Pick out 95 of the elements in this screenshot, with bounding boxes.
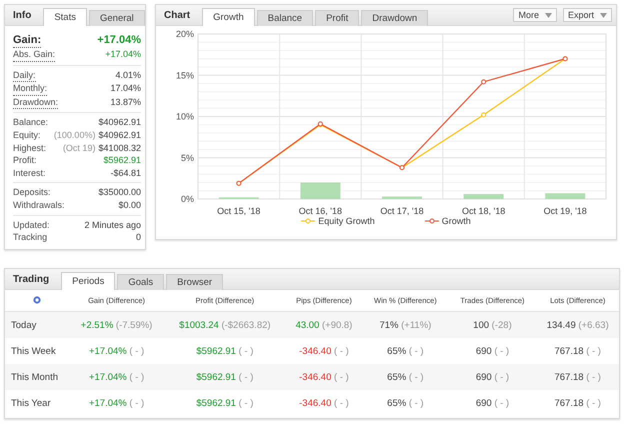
axis-label: 20%	[176, 29, 194, 39]
bar	[300, 182, 340, 199]
table-cell: 65% ( - )	[362, 364, 448, 390]
tab[interactable]: Growth	[202, 8, 255, 26]
table-cell: +17.04% ( - )	[69, 364, 164, 390]
bar	[464, 194, 504, 199]
tab[interactable]: Balance	[256, 10, 314, 26]
tab[interactable]: Profit	[315, 10, 360, 26]
point	[481, 79, 486, 84]
stat-value: 13.87%	[110, 96, 141, 107]
table-cell: 65% ( - )	[362, 338, 448, 364]
axis-label: Oct 17, '18	[380, 206, 424, 216]
tab[interactable]: Stats	[43, 8, 87, 26]
table-cell: +2.51% (-7.59%)	[69, 312, 164, 338]
period-cell: This Week	[5, 338, 69, 364]
legend-label: Growth	[442, 216, 471, 226]
stat-note: (Oct 19)	[62, 142, 96, 153]
stat-label: Tracking	[13, 231, 48, 244]
stat-label: Highest:	[13, 142, 46, 154]
table-cell: 690 ( - )	[448, 364, 536, 390]
axis-label: Oct 19, '18	[544, 206, 587, 216]
table-cell: 767.18 ( - )	[536, 390, 619, 416]
stat-value: 4.01%	[115, 70, 141, 80]
table-cell: 43.00 (+90.8)	[286, 312, 362, 338]
axis-label: 5%	[180, 152, 194, 163]
table-cell: -346.40 ( - )	[286, 338, 362, 364]
stat-value: $40962.91	[98, 117, 141, 128]
stat-value: $40962.91	[98, 130, 141, 140]
table-cell: 71% (+11%)	[362, 312, 448, 338]
stat-label: Updated:	[13, 218, 50, 232]
stat-value: $41008.32	[98, 142, 141, 153]
table-cell: $1003.24 (-$2663.82)	[164, 312, 286, 338]
axis-label: Oct 16, '18	[298, 206, 342, 216]
stat-value: $5962.91	[103, 155, 141, 166]
stat-label: Daily:	[13, 68, 36, 82]
point	[481, 112, 486, 118]
stat-label: Drawdown:	[13, 96, 58, 110]
table-cell: 65% ( - )	[362, 390, 448, 416]
tab[interactable]: Goals	[117, 274, 164, 290]
stat-label: Balance:	[13, 116, 48, 129]
table-cell: -346.40 ( - )	[286, 390, 362, 416]
stat-label: Withdrawals:	[13, 198, 65, 212]
bar	[545, 193, 586, 199]
info-icon[interactable]	[33, 296, 41, 304]
tab[interactable]: Periods	[61, 272, 116, 290]
stat-value: +17.04%	[105, 49, 141, 59]
stat-label: Deposits:	[13, 186, 51, 199]
table-cell: +17.04% ( - )	[69, 390, 164, 416]
stat-value: $0.00	[118, 200, 141, 210]
period-cell: This Year	[5, 390, 69, 416]
panel-title: Info	[12, 10, 32, 20]
axis-label: Oct 15, '18	[217, 206, 260, 216]
period-cell: Today	[5, 312, 69, 338]
axis-label: Oct 18, '18	[462, 206, 506, 216]
table-cell: 767.18 ( - )	[536, 364, 619, 390]
stat-value: -$64.81	[110, 168, 141, 178]
table-cell: -346.40 ( - )	[286, 364, 362, 390]
tab[interactable]: Drawdown	[361, 10, 428, 26]
bar	[382, 196, 422, 199]
stat-note: (100.00%)	[54, 130, 96, 140]
dropdown-button[interactable]: More	[513, 8, 557, 22]
table-cell: 690 ( - )	[448, 338, 536, 364]
stat-value: 0	[136, 232, 141, 242]
table-cell: $5962.91 ( - )	[164, 338, 286, 364]
stat-value: +17.04%	[97, 34, 141, 46]
caret-icon	[600, 12, 607, 18]
table-cell: 690 ( - )	[448, 390, 536, 416]
stat-value: 2 Minutes ago	[84, 220, 141, 230]
caret-icon	[544, 12, 552, 18]
table-cell: +17.04% ( - )	[69, 338, 164, 364]
stat-label: Profit:	[13, 154, 37, 167]
panel-title: Chart	[163, 10, 192, 20]
stat-value: 17.04%	[110, 83, 141, 94]
stat-label: Interest:	[13, 166, 46, 180]
period-cell: This Month	[5, 364, 69, 390]
axis-label: 0%	[180, 194, 194, 204]
legend-label: Equity Growth	[318, 216, 375, 226]
table-cell: 100 (-28)	[448, 312, 536, 338]
table-cell: 767.18 ( - )	[536, 338, 619, 364]
axis-label: 15%	[176, 70, 194, 80]
stat-label: Monthly:	[13, 82, 48, 96]
panel-title: Trading	[12, 274, 50, 284]
dropdown-button[interactable]: Export	[562, 8, 612, 22]
table-cell: $5962.91 ( - )	[164, 364, 286, 390]
tab[interactable]: General	[88, 10, 145, 26]
axis-label: 10%	[176, 112, 194, 122]
table-cell: 134.49 (+6.63)	[536, 312, 619, 338]
table-cell: $5962.91 ( - )	[164, 390, 286, 416]
tab[interactable]: Browser	[166, 274, 224, 290]
stat-label: Gain:	[13, 33, 42, 48]
legend-marker-icon	[301, 218, 316, 224]
stat-value: $35000.00	[98, 187, 141, 198]
stat-label: Abs. Gain:	[13, 48, 56, 62]
stat-label: Equity:	[13, 128, 41, 142]
legend-marker-icon	[424, 218, 439, 224]
